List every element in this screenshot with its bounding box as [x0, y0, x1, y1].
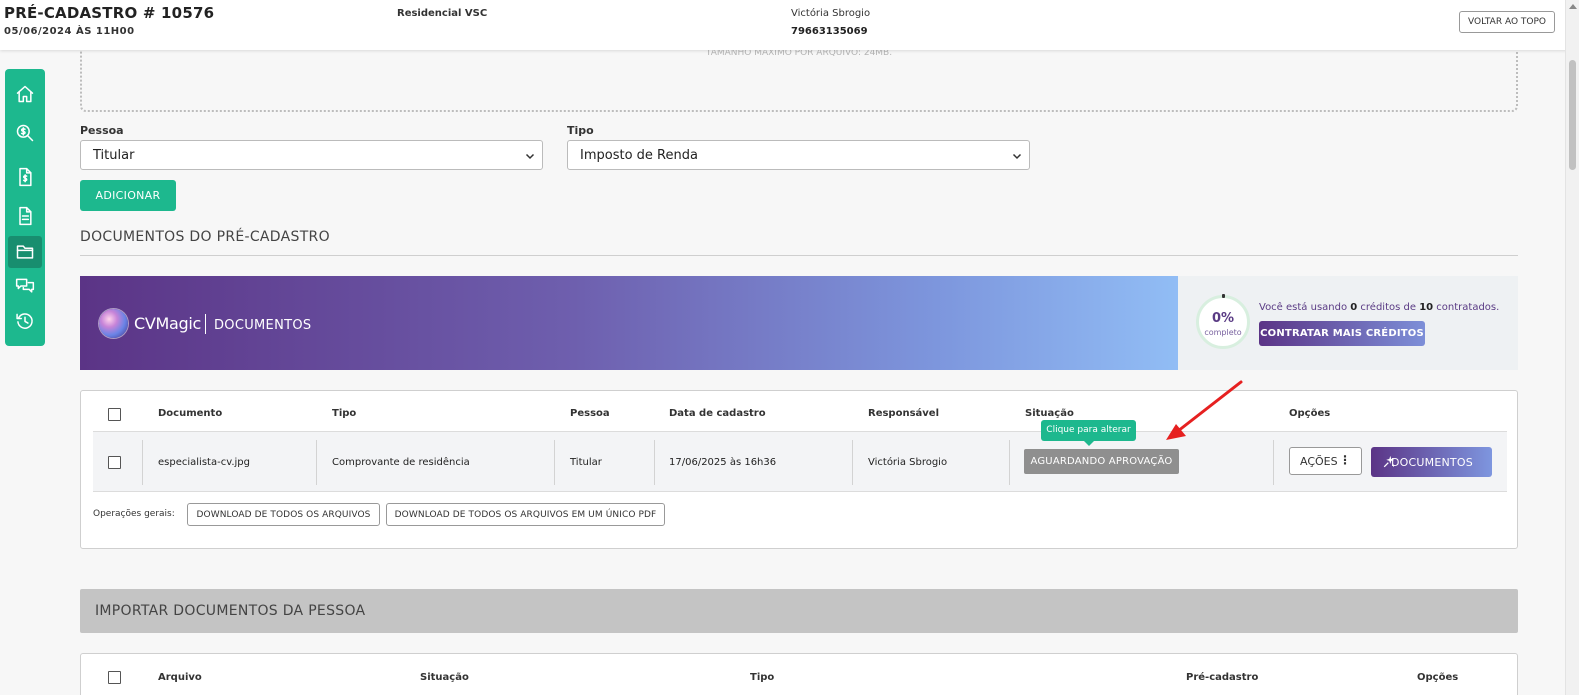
- import-table: Arquivo Situação Tipo Pré-cadastro Opçõe…: [80, 653, 1518, 695]
- actions-label: AÇÕES: [1300, 454, 1338, 468]
- download-all-button[interactable]: DOWNLOAD DE TODOS OS ARQUIVOS: [187, 503, 380, 526]
- empreendimento-name: Residencial VSC: [397, 8, 488, 19]
- folder-icon: [16, 245, 34, 259]
- row-checkbox[interactable]: [108, 456, 121, 469]
- progress-label: completo: [1204, 328, 1242, 337]
- pessoa-select[interactable]: Titular: [80, 140, 543, 170]
- tipo-select-value: Imposto de Renda: [580, 148, 698, 163]
- sidebar-item-home[interactable]: [8, 78, 42, 110]
- col-tipo: Tipo: [332, 408, 357, 419]
- history-icon: [16, 313, 33, 329]
- column-divider: [142, 440, 143, 485]
- cvmagic-logo-icon: [99, 309, 128, 338]
- import-section-title: IMPORTAR DOCUMENTOS DA PESSOA: [95, 603, 366, 619]
- column-divider: [654, 440, 655, 485]
- cell-pessoa: Titular: [570, 457, 602, 468]
- tipo-select[interactable]: Imposto de Renda: [567, 140, 1030, 170]
- sidebar-item-document[interactable]: [8, 200, 42, 232]
- scrollbar-thumb[interactable]: [1569, 60, 1576, 170]
- document-icon: [19, 206, 32, 226]
- col-opcoes: Opções: [1289, 408, 1331, 419]
- client-phone: 79663135069: [791, 26, 868, 37]
- sidebar-nav: [5, 69, 45, 346]
- kebab-icon: ⋮: [1339, 453, 1351, 467]
- progress-marker: [1222, 294, 1225, 298]
- download-all-pdf-button[interactable]: DOWNLOAD DE TODOS OS ARQUIVOS EM UM ÚNIC…: [386, 503, 665, 526]
- sidebar-item-chat[interactable]: [8, 270, 42, 302]
- pessoa-select-value: Titular: [93, 148, 135, 163]
- magic-sparkle-icon: [1383, 455, 1396, 468]
- col-import-situacao: Situação: [420, 672, 469, 683]
- tipo-label: Tipo: [567, 124, 594, 137]
- pessoa-label: Pessoa: [80, 124, 124, 137]
- col-pre-cadastro: Pré-cadastro: [1186, 672, 1259, 683]
- column-divider: [1009, 440, 1010, 485]
- scroll-up-arrow-icon[interactable]: [1569, 4, 1577, 9]
- dollar-search-icon: [16, 124, 34, 142]
- select-all-checkbox[interactable]: [108, 408, 121, 421]
- import-select-all-checkbox[interactable]: [108, 671, 121, 684]
- status-button[interactable]: AGUARDANDO APROVAÇÃO: [1024, 449, 1179, 474]
- cell-tipo: Comprovante de residência: [332, 457, 470, 468]
- sidebar-item-financial-search[interactable]: [8, 117, 42, 149]
- sidebar-item-invoice[interactable]: [8, 161, 42, 193]
- chevron-down-icon: [525, 153, 535, 160]
- cell-responsavel: Victória Sbrogio: [868, 457, 948, 468]
- col-data-cadastro: Data de cadastro: [669, 408, 766, 419]
- col-import-opcoes: Opções: [1417, 672, 1459, 683]
- table-row: especialista-cv.jpg Comprovante de resid…: [93, 431, 1507, 492]
- progress-percent: 0%: [1211, 311, 1235, 326]
- cvmagic-documents-label: DOCUMENTOS: [1391, 455, 1473, 469]
- col-pessoa: Pessoa: [570, 408, 610, 419]
- page-header: PRÉ-CADASTRO # 10576 05/06/2024 ÀS 11H00…: [0, 0, 1579, 50]
- home-icon: [16, 85, 34, 103]
- progress-ring: 0% completo: [1196, 295, 1250, 349]
- chat-icon: [15, 278, 35, 293]
- page-scrollbar[interactable]: [1565, 0, 1579, 695]
- cvmagic-label: DOCUMENTOS: [214, 318, 312, 333]
- credits-panel: 0% completo Você está usando 0 créditos …: [1178, 276, 1518, 370]
- sidebar-item-history[interactable]: [8, 305, 42, 337]
- brand-separator: [205, 314, 206, 334]
- buy-credits-button[interactable]: CONTRATAR MAIS CRÉDITOS: [1259, 321, 1425, 346]
- column-divider: [316, 440, 317, 485]
- col-import-tipo: Tipo: [750, 672, 775, 683]
- section-divider: [80, 255, 1518, 256]
- col-situacao: Situação: [1025, 408, 1074, 419]
- documents-section-title: DOCUMENTOS DO PRÉ-CADASTRO: [80, 229, 330, 245]
- column-divider: [852, 440, 853, 485]
- add-document-button[interactable]: ADICIONAR: [80, 180, 176, 211]
- col-responsavel: Responsável: [868, 408, 940, 419]
- cell-documento: especialista-cv.jpg: [158, 457, 250, 468]
- invoice-icon: [19, 167, 32, 187]
- col-arquivo: Arquivo: [158, 672, 202, 683]
- page-date: 05/06/2024 ÀS 11H00: [4, 26, 135, 37]
- col-documento: Documento: [158, 408, 223, 419]
- credits-usage-text: Você está usando 0 créditos de 10 contra…: [1259, 302, 1500, 313]
- documents-table: Documento Tipo Pessoa Data de cadastro R…: [80, 390, 1518, 549]
- column-divider: [1273, 440, 1274, 485]
- actions-button[interactable]: AÇÕES ⋮: [1289, 447, 1362, 475]
- client-name: Victória Sbrogio: [791, 8, 871, 19]
- cell-data-cadastro: 17/06/2025 às 16h36: [669, 457, 777, 468]
- import-section-header[interactable]: IMPORTAR DOCUMENTOS DA PESSOA: [80, 589, 1518, 633]
- cvmagic-banner: CVMagic DOCUMENTOS: [80, 276, 1178, 370]
- cvmagic-brand: CVMagic: [134, 314, 202, 333]
- back-to-top-button[interactable]: VOLTAR AO TOPO: [1459, 11, 1555, 33]
- sidebar-item-folder[interactable]: [8, 236, 42, 268]
- cvmagic-documents-button[interactable]: DOCUMENTOS: [1371, 447, 1492, 477]
- page-title: PRÉ-CADASTRO # 10576: [4, 4, 215, 22]
- general-operations-label: Operações gerais:: [93, 509, 175, 519]
- chevron-down-icon: [1012, 153, 1022, 160]
- column-divider: [554, 440, 555, 485]
- status-tooltip: Clique para alterar: [1041, 420, 1136, 446]
- credits-total: 10: [1419, 302, 1434, 313]
